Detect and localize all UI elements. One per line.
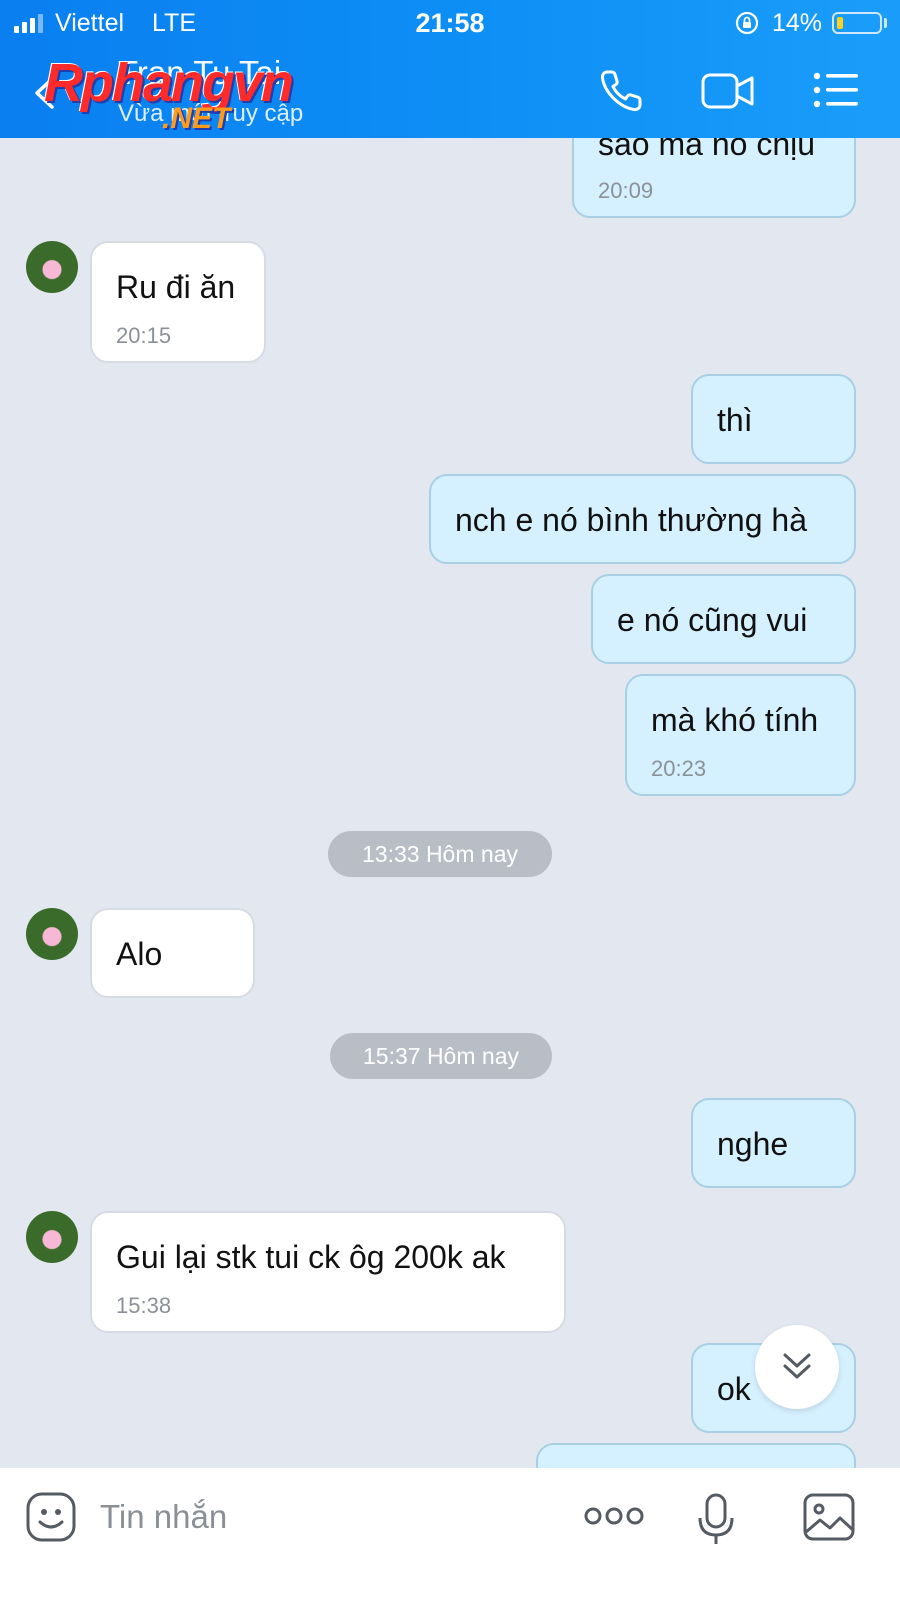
menu-icon[interactable] [812, 70, 860, 110]
battery-icon [832, 12, 882, 34]
message-text: nch e nó bình thường hà [455, 502, 807, 538]
message-composer: Tin nhắn [0, 1468, 900, 1600]
watermark-logo: Rphangvn .NET [44, 52, 324, 138]
message-bubble-outgoing[interactable]: mà khó tính 20:23 [625, 674, 856, 796]
orientation-lock-icon [735, 11, 759, 35]
message-bubble-outgoing-partial[interactable] [536, 1443, 856, 1468]
message-bubble-outgoing[interactable]: nch e nó bình thường hà [429, 474, 856, 564]
contact-avatar[interactable] [26, 241, 78, 293]
message-text: e nó cũng vui [617, 602, 808, 638]
message-text: ok [717, 1371, 751, 1407]
more-icon[interactable] [584, 1504, 644, 1528]
battery-level [837, 17, 843, 29]
status-clock: 21:58 [415, 8, 485, 38]
message-bubble-outgoing[interactable]: sao mà nó chịu 20:09 [572, 138, 856, 218]
message-bubble-incoming[interactable]: Alo [90, 908, 255, 998]
microphone-icon[interactable] [696, 1492, 736, 1548]
double-chevron-down-icon [783, 1353, 811, 1379]
message-text: mà khó tính [651, 702, 819, 738]
sticker-icon[interactable] [24, 1490, 78, 1544]
message-text: sao mà nó chịu [598, 138, 816, 162]
message-text: Alo [116, 936, 163, 972]
message-input[interactable]: Tin nhắn [100, 1498, 227, 1536]
message-bubble-outgoing[interactable]: nghe [691, 1098, 856, 1188]
message-time: 20:23 [651, 756, 707, 781]
message-list[interactable]: sao mà nó chịu 20:09 Ru đi ăn 20:15 thì … [0, 138, 900, 1468]
message-time: 15:38 [116, 1293, 172, 1318]
message-bubble-incoming[interactable]: Ru đi ăn 20:15 [90, 241, 266, 363]
status-bar: Viettel LTE 21:58 14% [0, 0, 900, 46]
message-bubble-incoming[interactable]: Gui lại stk tui ck ôg 200k ak 15:38 [90, 1211, 566, 1333]
contact-avatar[interactable] [26, 1211, 78, 1263]
message-time: 20:09 [598, 178, 654, 203]
message-bubble-outgoing[interactable]: e nó cũng vui [591, 574, 856, 664]
video-icon[interactable] [700, 70, 756, 112]
message-bubble-outgoing[interactable]: thì [691, 374, 856, 464]
message-text: thì [717, 402, 753, 438]
message-time: 20:15 [116, 323, 172, 348]
message-text: nghe [717, 1126, 789, 1162]
battery-percent: 14% [772, 9, 823, 37]
message-text: Gui lại stk tui ck ôg 200k ak [116, 1239, 506, 1275]
date-separator: 15:37 Hôm nay [330, 1033, 552, 1079]
date-separator: 13:33 Hôm nay [328, 831, 552, 877]
phone-icon[interactable] [598, 68, 644, 114]
chat-header: Viettel LTE 21:58 14% Tran Tu Tai Vừa mớ… [0, 0, 900, 138]
battery-tip [884, 18, 887, 28]
scroll-to-bottom-button[interactable] [755, 1325, 839, 1409]
watermark-sub-text: .NET [162, 102, 231, 135]
image-icon[interactable] [802, 1492, 856, 1542]
message-text: Ru đi ăn [116, 269, 236, 305]
contact-avatar[interactable] [26, 908, 78, 960]
